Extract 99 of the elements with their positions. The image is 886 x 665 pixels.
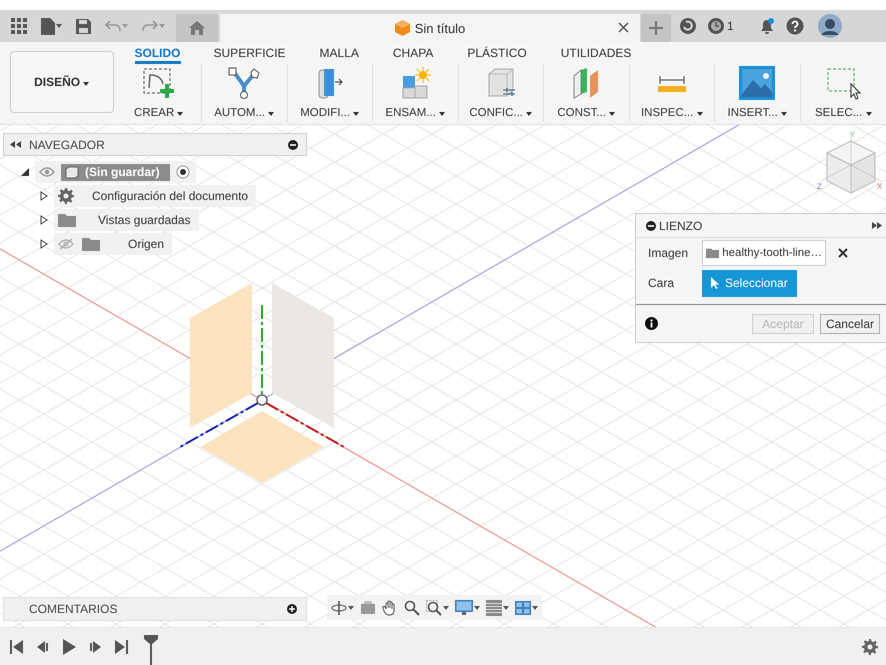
- tool-group-button[interactable]: CONST...: [544, 64, 630, 122]
- grid-settings-icon[interactable]: [486, 600, 509, 616]
- ribbon-tab[interactable]: SUPERFICIE: [214, 42, 286, 64]
- tool-group-button[interactable]: INSPEC...: [630, 64, 715, 122]
- caret-icon: [353, 112, 360, 116]
- document-title: Sin título: [414, 20, 466, 36]
- view-cube-drawing[interactable]: Y Z X: [815, 131, 885, 203]
- image-icon: [739, 66, 776, 100]
- caret-icon: [439, 112, 446, 116]
- navigator-header[interactable]: NAVEGADOR: [3, 133, 307, 156]
- display-icon[interactable]: [455, 600, 480, 616]
- plus-icon: [649, 21, 663, 35]
- add-icon[interactable]: [287, 604, 297, 614]
- caret-icon: [177, 112, 184, 116]
- tool-group-button[interactable]: INSERT...: [715, 64, 800, 122]
- caret-icon: [780, 112, 787, 116]
- tree-item[interactable]: Origen: [54, 233, 172, 255]
- caret-icon: [696, 112, 703, 116]
- expand-arrows-icon[interactable]: [872, 222, 882, 229]
- comments-title: COMENTARIOS: [29, 602, 118, 616]
- tool-group-button[interactable]: CONFIC...: [458, 64, 544, 122]
- selection-cursor-icon: [825, 66, 862, 100]
- linkage-icon: [226, 66, 262, 100]
- caret-icon: [268, 112, 274, 116]
- file-field[interactable]: healthy-tooth-line…: [702, 240, 826, 266]
- new-tab-button[interactable]: [641, 14, 671, 42]
- navigator-title: NAVEGADOR: [29, 138, 106, 152]
- last-frame-icon[interactable]: [112, 638, 130, 656]
- collapse-arrows-icon[interactable]: [10, 141, 21, 148]
- tree-item[interactable]: Vistas guardadas: [54, 209, 199, 231]
- tool-group-button[interactable]: AUTOM...: [202, 64, 288, 122]
- home-tab[interactable]: [176, 14, 218, 42]
- caret-icon: [503, 606, 509, 610]
- zoom-icon[interactable]: [404, 600, 420, 616]
- collapsed-triangle-icon[interactable]: [40, 191, 48, 201]
- caret-icon: [866, 112, 872, 116]
- clock-icon[interactable]: [707, 17, 725, 35]
- help-icon[interactable]: [786, 17, 804, 35]
- dialog-title: LIENZO: [659, 218, 704, 232]
- home-icon: [189, 21, 205, 35]
- tool-group-button[interactable]: ENSAM...: [373, 64, 458, 122]
- folder-icon: [706, 246, 720, 260]
- orbit-icon[interactable]: [331, 600, 354, 616]
- tree-item-label: Vistas guardadas: [97, 213, 192, 227]
- minimize-icon[interactable]: [288, 140, 298, 150]
- sketch-plus-icon: [140, 66, 177, 100]
- ribbon-tab[interactable]: PLÁSTICO: [467, 42, 527, 64]
- caret-icon: [443, 606, 449, 610]
- field-label: Imagen: [648, 246, 690, 260]
- ribbon-tab[interactable]: CHAPA: [392, 42, 434, 64]
- ribbon-tab[interactable]: MALLA: [320, 42, 359, 64]
- caret-icon: [83, 82, 90, 86]
- cursor-icon: [711, 277, 719, 289]
- folder-icon: [58, 213, 76, 227]
- refresh-icon[interactable]: [679, 17, 697, 35]
- workspace-button[interactable]: DISEÑO: [10, 51, 114, 113]
- tree-item-label: Origen: [127, 237, 166, 251]
- play-icon[interactable]: [60, 638, 78, 656]
- collapsed-triangle-icon[interactable]: [40, 215, 48, 225]
- collapsed-triangle-icon[interactable]: [40, 239, 48, 249]
- dialog-button[interactable]: Cancelar: [820, 314, 880, 334]
- playhead-icon[interactable]: [144, 635, 158, 665]
- caret-icon: [122, 24, 128, 28]
- folder-icon: [82, 237, 100, 251]
- first-frame-icon[interactable]: [8, 638, 26, 656]
- job-count: 1: [727, 19, 734, 33]
- info-icon[interactable]: [645, 317, 658, 330]
- clear-icon[interactable]: [838, 248, 848, 258]
- caret-icon: [159, 24, 165, 28]
- caret-icon: [526, 112, 532, 116]
- field-label: Cara: [648, 276, 676, 290]
- zoom-window-icon[interactable]: [426, 600, 449, 616]
- gear-icon: [862, 638, 878, 654]
- cube-icon: [394, 20, 410, 36]
- tree-item[interactable]: Configuración del documento: [54, 185, 256, 207]
- tool-group-button[interactable]: MODIFI...: [288, 64, 373, 122]
- ribbon-tab[interactable]: UTILIDADES: [560, 42, 632, 64]
- ribbon-tab[interactable]: SOLIDO: [134, 42, 181, 64]
- save-icon[interactable]: [76, 18, 91, 34]
- expanded-triangle-icon[interactable]: [21, 168, 29, 176]
- comments-panel[interactable]: COMENTARIOS: [3, 597, 307, 621]
- tree-item-label: Configuración del documento: [91, 189, 250, 203]
- viewports-icon[interactable]: [515, 600, 538, 614]
- caret-icon: [532, 606, 538, 610]
- gear-icon: [58, 188, 74, 204]
- caret-icon: [609, 112, 616, 116]
- look-at-icon[interactable]: [360, 600, 376, 614]
- caret-icon: [56, 24, 62, 28]
- avatar-icon[interactable]: [818, 14, 842, 38]
- document-tab[interactable]: Sin título: [220, 14, 640, 42]
- tool-group-button[interactable]: CREAR: [116, 64, 202, 122]
- caret-icon: [348, 606, 354, 610]
- caret-icon: [474, 606, 480, 610]
- tool-group-button[interactable]: SELEC...: [800, 64, 886, 122]
- active-radio-icon[interactable]: [176, 165, 190, 179]
- tree-item-label: (Sin guardar): [84, 164, 161, 181]
- file-icon[interactable]: [41, 18, 55, 34]
- component-icon: [65, 166, 79, 178]
- minimize-icon[interactable]: [646, 220, 656, 230]
